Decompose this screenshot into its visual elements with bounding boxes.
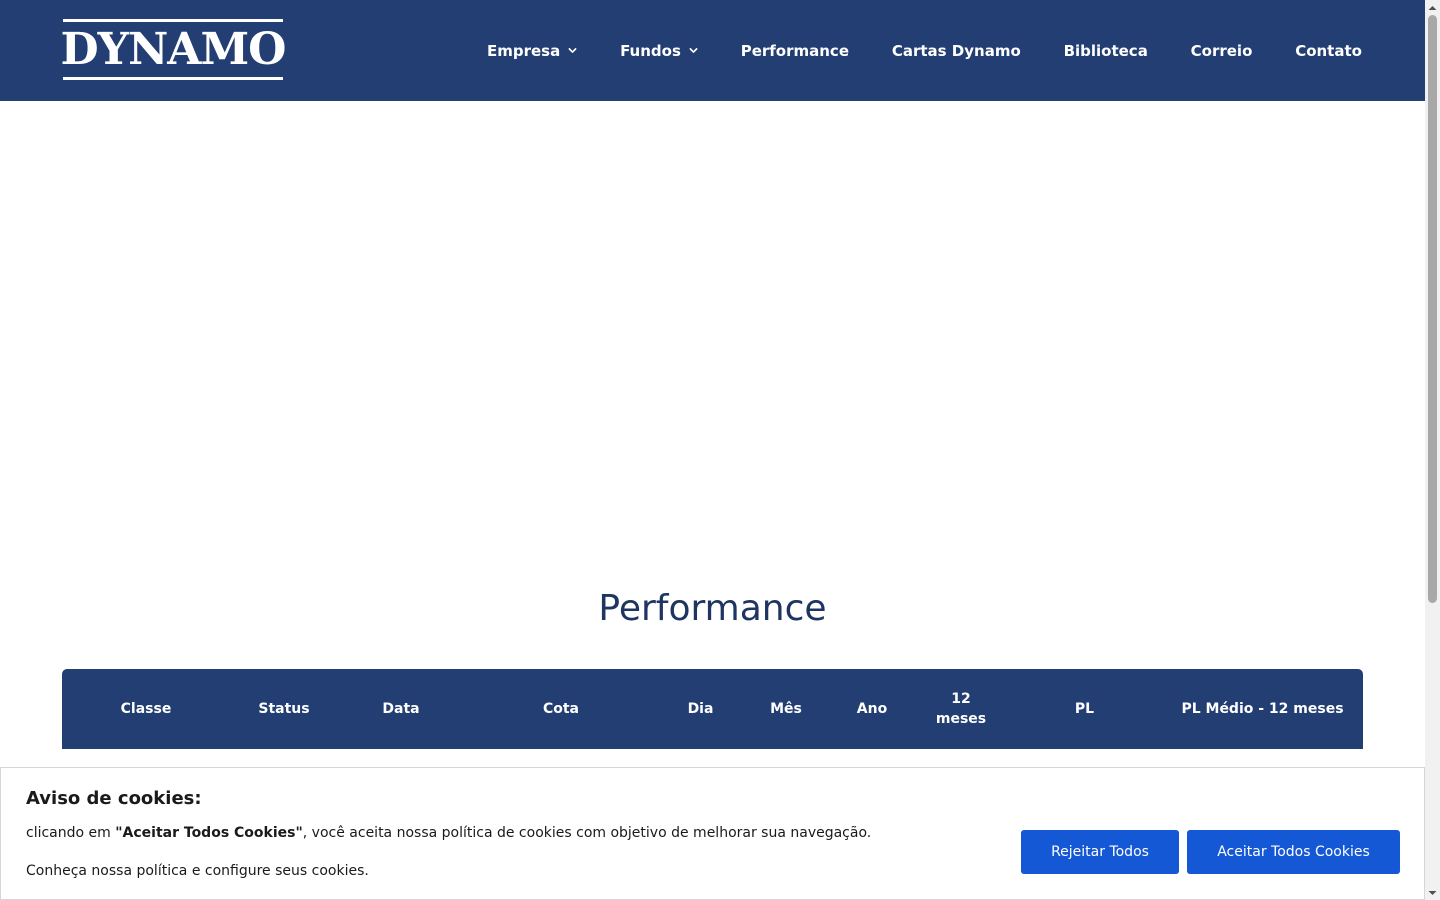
nav-item-cartas-dynamo[interactable]: Cartas Dynamo: [875, 42, 1038, 60]
column-header-pl: PL: [1074, 701, 1095, 717]
dynamo-logo[interactable]: DYNAMO: [60, 19, 287, 80]
nav-item-label: Contato: [1295, 41, 1362, 60]
scroll-down-arrow-icon[interactable]: [1425, 885, 1440, 900]
page-title: Performance: [598, 588, 827, 629]
column-header-dia: Dia: [687, 701, 714, 717]
column-header-classe: Classe: [120, 701, 172, 717]
column-header-pl-medio: PL Médio - 12 meses: [1181, 701, 1344, 717]
nav-item-fundos[interactable]: Fundos: [603, 42, 715, 60]
scroll-up-arrow-icon[interactable]: [1425, 0, 1440, 15]
chevron-down-icon: [568, 48, 577, 53]
nav-item-label: Performance: [740, 41, 849, 60]
nav-item-label: Biblioteca: [1063, 41, 1148, 60]
nav-item-label: Empresa: [487, 41, 561, 60]
column-header-data: Data: [382, 701, 420, 717]
nav-item-performance[interactable]: Performance: [724, 42, 866, 60]
nav-item-label: Correio: [1190, 41, 1253, 60]
nav-item-empresa[interactable]: Empresa: [470, 42, 594, 60]
column-header-mes: Mês: [770, 701, 802, 717]
column-header-ano: Ano: [856, 701, 888, 717]
site-header: DYNAMO Empresa Fundos Performance Cartas…: [0, 0, 1425, 101]
accept-all-cookies-button[interactable]: Aceitar Todos Cookies: [1187, 830, 1400, 874]
reject-all-button[interactable]: Rejeitar Todos: [1021, 830, 1179, 874]
cookie-description: clicando em "Aceitar Todos Cookies", voc…: [26, 825, 872, 841]
nav-item-correio[interactable]: Correio: [1174, 42, 1270, 60]
column-header-status: Status: [258, 701, 310, 717]
nav-item-label: Fundos: [620, 41, 681, 60]
page-scrollbar[interactable]: [1425, 0, 1440, 900]
chevron-down-icon: [689, 48, 698, 53]
nav-item-biblioteca[interactable]: Biblioteca: [1047, 42, 1165, 60]
main-nav: Empresa Fundos Performance Cartas Dynamo…: [470, 0, 1362, 101]
scrollbar-thumb[interactable]: [1428, 15, 1437, 603]
logo-text: DYNAMO: [60, 23, 287, 75]
cookie-title: Aviso de cookies:: [26, 788, 202, 809]
column-header-12-meses: 12 meses: [935, 691, 987, 727]
cookie-policy-text: Conheça nossa política e configure seus …: [26, 863, 369, 879]
cookie-banner: Aviso de cookies: clicando em "Aceitar T…: [0, 767, 1425, 900]
nav-item-label: Cartas Dynamo: [891, 41, 1021, 60]
performance-table-header: Classe Status Data Cota Dia Mês Ano 12 m…: [62, 669, 1363, 749]
nav-item-contato[interactable]: Contato: [1278, 42, 1362, 60]
column-header-cota: Cota: [542, 701, 580, 717]
